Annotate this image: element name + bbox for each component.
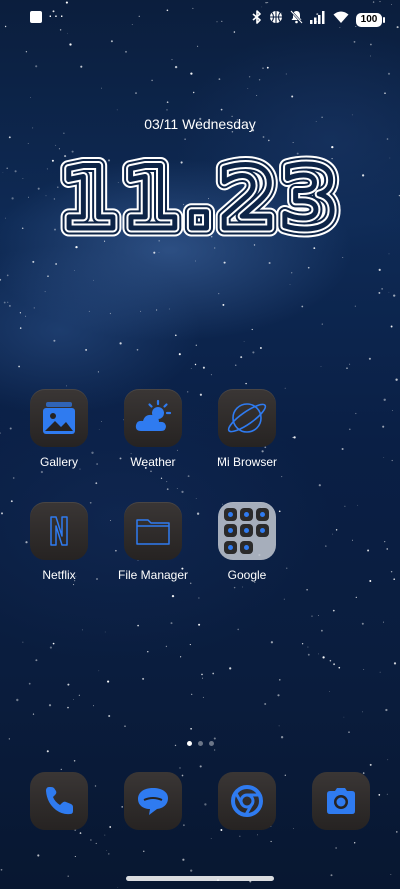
- gallery-icon: [30, 389, 88, 447]
- app-weather[interactable]: Weather: [107, 389, 199, 469]
- photos-icon: [256, 524, 269, 538]
- folder-icon: [124, 502, 182, 560]
- netflix-icon: [30, 502, 88, 560]
- bluetooth-icon: [252, 10, 262, 29]
- drive-icon: [224, 540, 237, 554]
- chrome-icon: [231, 785, 263, 817]
- app-google-folder[interactable]: Google: [201, 502, 293, 582]
- browser-planet-icon: [218, 389, 276, 447]
- google-folder-icon: [218, 502, 276, 560]
- clock-digits-outline: 11.23: [59, 149, 341, 246]
- page-indicator: [0, 741, 400, 746]
- maps-icon: [256, 508, 269, 521]
- square-notification-icon: [30, 11, 42, 23]
- duo-icon: [240, 524, 253, 538]
- cellular-signal-icon: [310, 10, 326, 29]
- more-notifications-dots: ···: [48, 7, 65, 23]
- message-icon: [138, 788, 168, 815]
- youtube-icon: [224, 524, 237, 538]
- dock-chrome[interactable]: [218, 772, 276, 830]
- camera-icon: [327, 788, 355, 814]
- app-label: Google: [227, 568, 267, 582]
- google-search-icon: [224, 508, 237, 521]
- page-dot: [197, 741, 203, 746]
- app-label: Gallery: [39, 455, 78, 469]
- app-label: File Manager: [117, 568, 189, 582]
- app-netflix[interactable]: Netflix: [13, 502, 105, 582]
- silent-bell-icon: [290, 10, 303, 29]
- app-gallery[interactable]: Gallery: [13, 389, 105, 469]
- home-gesture-bar[interactable]: [126, 876, 274, 881]
- status-bar: ··· 100: [0, 0, 400, 36]
- phone-icon: [46, 787, 73, 815]
- clock-widget-date[interactable]: 03/11 Wednesday: [0, 116, 400, 132]
- clock-widget-time[interactable]: 11.23 11.23 11.23 11.23: [0, 136, 400, 258]
- battery-icon: 100: [356, 12, 385, 27]
- page-dot-active: [186, 741, 192, 746]
- dock-messages[interactable]: [124, 772, 182, 830]
- assistant-icon: [240, 540, 253, 554]
- wifi-icon: [333, 11, 349, 29]
- app-label: Netflix: [42, 568, 76, 582]
- gmail-icon: [240, 508, 253, 521]
- weather-icon: [124, 389, 182, 447]
- app-label: Weather: [130, 455, 176, 469]
- basketball-icon: [269, 10, 283, 29]
- app-label: Mi Browser: [216, 455, 277, 469]
- dock-camera[interactable]: [312, 772, 370, 830]
- app-mi-browser[interactable]: Mi Browser: [201, 389, 293, 469]
- page-dot: [208, 741, 214, 746]
- dock-phone[interactable]: [30, 772, 88, 830]
- clock-digits-graphic: 11.2311.2311.2311.23: [50, 141, 347, 258]
- app-file-manager[interactable]: File Manager: [107, 502, 199, 582]
